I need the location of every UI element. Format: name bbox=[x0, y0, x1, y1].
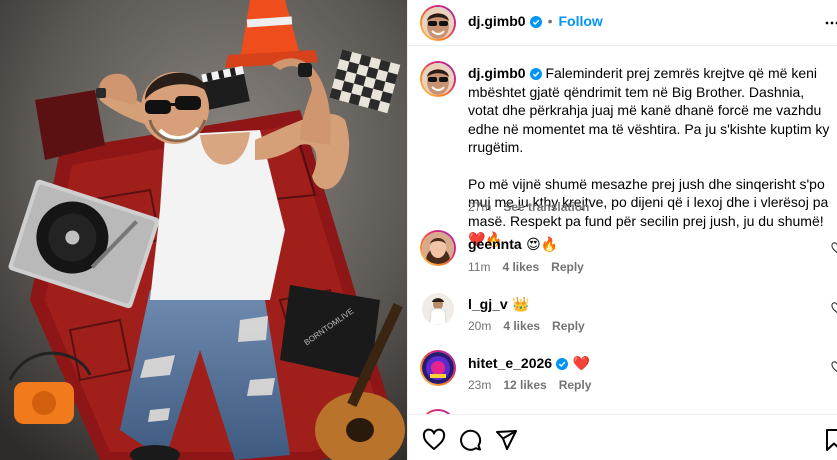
comment-username[interactable]: hitet_e_2026 bbox=[468, 355, 552, 371]
verified-badge-icon bbox=[529, 68, 542, 80]
man-white-shirt-avatar bbox=[422, 293, 454, 325]
comment-like-heart-icon[interactable] bbox=[831, 361, 837, 373]
post-detail-pane: dj.gimb0 • Follow dj.gimb0 Faleminderit … bbox=[407, 0, 837, 460]
reply-button[interactable]: Reply bbox=[559, 378, 592, 392]
comment-body: l_gj_v 👑 bbox=[468, 295, 530, 314]
separator-dot: • bbox=[547, 13, 553, 29]
comment-likes[interactable]: 12 likes bbox=[503, 378, 546, 392]
reply-button[interactable]: Reply bbox=[551, 260, 584, 274]
comment-time[interactable]: 11m bbox=[468, 260, 490, 274]
comment-time[interactable]: 20m bbox=[468, 319, 491, 333]
comment-avatar[interactable] bbox=[422, 352, 454, 384]
comments-scroll-area[interactable]: dj.gimb0 Faleminderit prej zemrës krejtv… bbox=[408, 47, 837, 414]
heart-icon[interactable] bbox=[422, 428, 446, 452]
caption-avatar-ring[interactable] bbox=[420, 61, 456, 97]
woman-portrait-avatar bbox=[422, 232, 454, 264]
author-avatar-ring[interactable] bbox=[420, 5, 456, 41]
caption-avatar[interactable] bbox=[422, 63, 454, 95]
music-logo-avatar bbox=[422, 352, 454, 384]
comment-meta: 23m 12 likes Reply bbox=[468, 378, 603, 392]
comment-body: hitet_e_2026 ❤️ bbox=[468, 354, 590, 373]
comment-like-heart-icon[interactable] bbox=[831, 302, 837, 314]
post-image[interactable]: BORNTOMLIVE bbox=[0, 0, 407, 460]
verified-badge-icon bbox=[529, 16, 542, 28]
comment-avatar[interactable] bbox=[422, 293, 454, 325]
comment-like-heart-icon[interactable] bbox=[831, 242, 837, 254]
caption-time[interactable]: 27m bbox=[468, 200, 491, 214]
verified-badge-icon bbox=[556, 358, 569, 370]
bookmark-icon[interactable] bbox=[822, 428, 837, 452]
comment-meta: 11m 4 likes Reply bbox=[468, 260, 596, 274]
author-username[interactable]: dj.gimb0 bbox=[468, 13, 526, 29]
post-actions-bar bbox=[408, 414, 837, 460]
comment-username[interactable]: l_gj_v bbox=[468, 296, 508, 312]
caption-text: dj.gimb0 Faleminderit prej zemrës krejtv… bbox=[468, 64, 833, 249]
see-translation-link[interactable]: See translation bbox=[503, 200, 589, 214]
more-options-icon[interactable] bbox=[822, 13, 837, 33]
comment-text: 😍🔥 bbox=[526, 236, 559, 252]
comment-likes[interactable]: 4 likes bbox=[502, 260, 539, 274]
reply-button[interactable]: Reply bbox=[552, 319, 585, 333]
comment-likes[interactable]: 4 likes bbox=[503, 319, 540, 333]
comment-icon[interactable] bbox=[458, 428, 482, 452]
post-header: dj.gimb0 • Follow bbox=[408, 0, 837, 46]
comment-username[interactable]: geennta bbox=[468, 236, 522, 252]
comment-time[interactable]: 23m bbox=[468, 378, 491, 392]
comment-meta: 20m 4 likes Reply bbox=[468, 319, 597, 333]
author-avatar-image bbox=[422, 7, 454, 39]
follow-button[interactable]: Follow bbox=[558, 13, 602, 29]
comment-text: 👑 bbox=[512, 296, 530, 312]
share-icon[interactable] bbox=[494, 428, 518, 452]
author-avatar[interactable] bbox=[422, 7, 454, 39]
comment-avatar-ring[interactable] bbox=[420, 350, 456, 386]
caption-username[interactable]: dj.gimb0 bbox=[468, 65, 526, 81]
caption-avatar-image bbox=[422, 63, 454, 95]
post-photo-illustration: BORNTOMLIVE bbox=[0, 0, 407, 460]
comment-text: ❤️ bbox=[572, 355, 590, 371]
comment-avatar-ring[interactable] bbox=[420, 230, 456, 266]
comment-body: geennta 😍🔥 bbox=[468, 235, 558, 254]
caption-meta: 27m See translation bbox=[468, 200, 601, 214]
comment-avatar[interactable] bbox=[422, 232, 454, 264]
